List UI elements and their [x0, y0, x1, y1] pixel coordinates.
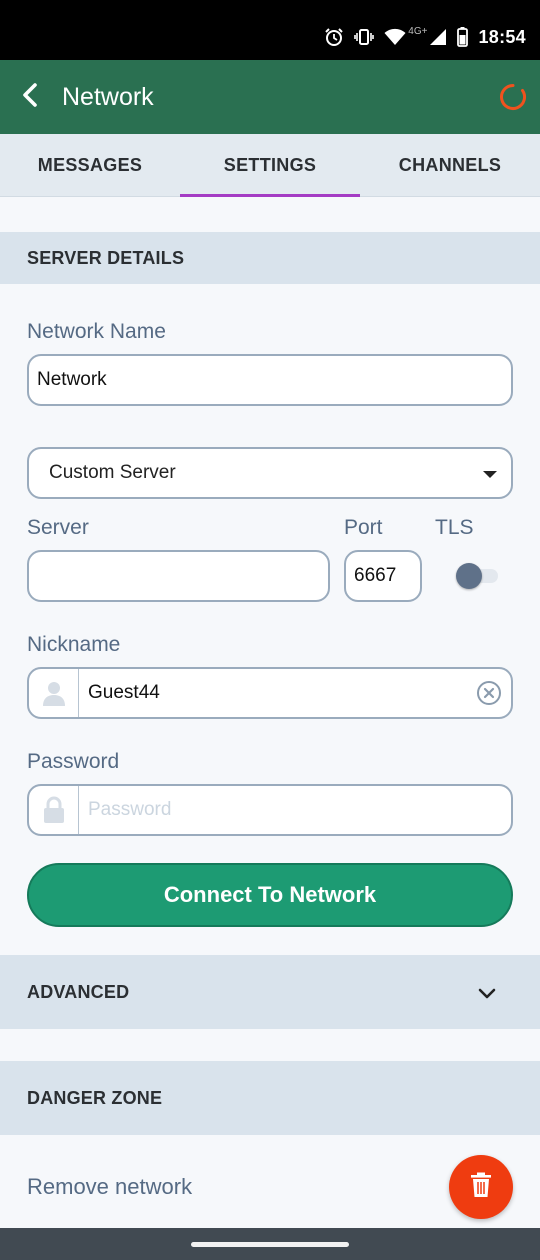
nickname-value: Guest44 — [88, 682, 160, 703]
status-icons: 4G+ 18:54 — [324, 22, 526, 52]
home-gesture-handle[interactable] — [191, 1242, 349, 1247]
dropdown-caret-icon — [483, 471, 497, 478]
tab-messages[interactable]: MESSAGES — [0, 134, 180, 197]
network-name-input[interactable]: Network — [27, 354, 513, 406]
port-value: 6667 — [354, 565, 397, 586]
advanced-header-label: ADVANCED — [27, 981, 130, 1002]
danger-zone-header: DANGER ZONE — [0, 1061, 540, 1135]
tab-settings[interactable]: SETTINGS — [180, 134, 360, 197]
connection-ring-icon — [498, 84, 528, 116]
server-details-header: SERVER DETAILS — [0, 232, 540, 284]
back-button[interactable] — [0, 60, 60, 134]
chevron-left-icon — [20, 82, 40, 113]
tls-toggle[interactable] — [456, 562, 500, 590]
tab-bar: MESSAGES SETTINGS CHANNELS — [0, 134, 540, 197]
tls-label: TLS — [435, 516, 474, 539]
server-label: Server — [27, 516, 89, 539]
person-icon — [29, 669, 79, 717]
signal-icon — [429, 28, 447, 46]
connection-status-button[interactable] — [498, 82, 528, 112]
port-label: Port — [344, 516, 383, 539]
system-nav-bar — [0, 1228, 540, 1260]
battery-icon — [457, 27, 469, 47]
nickname-label: Nickname — [27, 633, 121, 656]
status-bar: 4G+ 18:54 — [0, 0, 540, 60]
password-input[interactable]: Password — [27, 784, 513, 836]
server-type-select[interactable]: Custom Server — [27, 447, 513, 499]
connect-button[interactable]: Connect To Network — [27, 863, 513, 927]
network-name-label: Network Name — [27, 320, 166, 343]
trash-icon — [469, 1172, 493, 1203]
clear-circle-icon[interactable] — [467, 669, 511, 717]
network-name-value: Network — [37, 369, 107, 390]
password-label: Password — [27, 750, 120, 773]
lock-icon — [29, 786, 79, 834]
delete-network-button[interactable] — [449, 1155, 513, 1219]
remove-network-label[interactable]: Remove network — [27, 1174, 192, 1200]
chevron-down-icon — [478, 984, 496, 1005]
status-time: 18:54 — [478, 26, 526, 47]
tls-toggle-thumb — [456, 563, 482, 589]
server-input[interactable] — [27, 550, 330, 602]
port-input[interactable]: 6667 — [344, 550, 422, 602]
vibrate-icon — [354, 27, 375, 47]
advanced-header[interactable]: ADVANCED — [0, 955, 540, 1029]
page-title: Network — [62, 82, 154, 111]
nickname-input[interactable]: Guest44 — [27, 667, 513, 719]
password-placeholder: Password — [88, 799, 172, 820]
alarm-icon — [324, 27, 344, 47]
app-bar: Network — [0, 60, 540, 134]
tab-channels[interactable]: CHANNELS — [360, 134, 540, 197]
server-type-value: Custom Server — [49, 462, 176, 483]
wifi-icon — [384, 28, 406, 46]
network-type: 4G+ — [408, 25, 428, 37]
